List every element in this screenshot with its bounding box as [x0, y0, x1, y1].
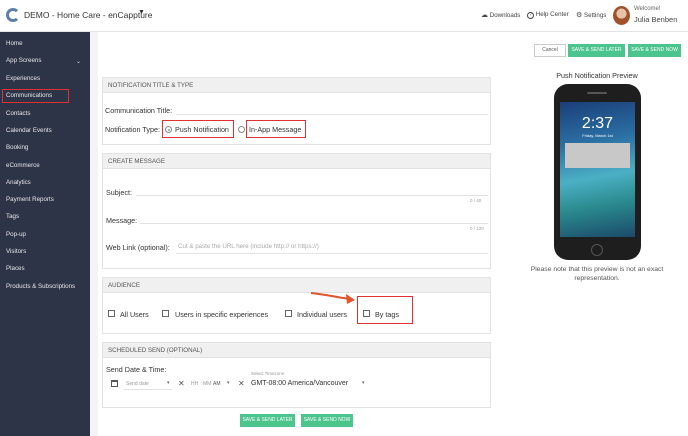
chevron-down-icon[interactable]: ▾ [362, 380, 365, 386]
preview-date: Friday, March 1st [582, 133, 613, 138]
sidebar-item-contacts[interactable]: Contacts [6, 110, 30, 117]
weblink-input[interactable]: Cut & paste the URL here (include http:/… [178, 243, 319, 250]
comm-title-input[interactable] [176, 114, 488, 115]
phone-speaker [587, 92, 607, 94]
weblink-label: Web Link (optional): [106, 243, 170, 252]
individual-users-checkbox[interactable] [285, 310, 292, 317]
sidebar-item-payment-reports[interactable]: Payment Reports [6, 196, 54, 203]
message-label: Message: [106, 216, 138, 225]
phone-screen: 2:37 Friday, March 1st [560, 102, 635, 237]
sidebar-item-home[interactable]: Home [6, 40, 23, 47]
send-date-label: Send Date & Time: [106, 365, 167, 374]
audience-section-heading: AUDIENCE [103, 278, 490, 293]
schedule-section: SCHEDULED SEND (OPTIONAL) [102, 342, 491, 408]
highlight-box [162, 120, 234, 138]
ampm-select[interactable]: AM [213, 381, 221, 387]
sidebar-item-pop-up[interactable]: Pop-up [6, 231, 26, 238]
timezone-select[interactable]: GMT-08:00 America/Vancouver [251, 380, 348, 387]
downloads-link[interactable]: ☁ Downloads [481, 11, 520, 19]
inapp-radio[interactable] [238, 126, 245, 133]
hour-input[interactable]: HH [191, 381, 198, 387]
message-counter: 0 / 120 [470, 226, 484, 231]
sidebar-item-ecommerce[interactable]: eCommerce [6, 162, 40, 169]
notification-section-heading: NOTIFICATION TITLE & TYPE [103, 78, 490, 93]
clear-time-icon[interactable]: ✕ [238, 379, 245, 388]
weblink-underline [176, 253, 488, 254]
highlight-box [246, 120, 306, 138]
arrow-annotation-icon [310, 292, 355, 304]
cloud-download-icon: ☁ [481, 12, 488, 19]
comm-title-label: Communication Title: [105, 106, 173, 115]
type-label: Notification Type: [105, 125, 161, 134]
subject-counter: 0 / 40 [470, 198, 482, 203]
settings-label: Settings [584, 12, 607, 19]
question-icon: ? [527, 12, 534, 19]
sidebar-item-calendar-events[interactable]: Calendar Events [6, 127, 52, 134]
chevron-down-icon[interactable]: ▾ [227, 380, 230, 386]
sidebar-divider [90, 32, 98, 436]
minute-input[interactable]: MM [203, 381, 211, 387]
subject-label: Subject: [106, 188, 132, 197]
app-logo-icon [6, 8, 20, 22]
home-button-icon [591, 244, 603, 256]
gear-icon: ⚙ [576, 12, 583, 19]
app-title[interactable]: DEMO - Home Care - enCappture [24, 10, 153, 20]
audience-section: AUDIENCE [102, 277, 491, 334]
save-send-now-button-bottom[interactable]: SAVE & SEND NOW [301, 414, 353, 427]
save-send-later-button-bottom[interactable]: SAVE & SEND LATER [240, 414, 295, 427]
by-tags-checkbox[interactable] [363, 310, 370, 317]
sidebar-item-experiences[interactable]: Experiences [6, 75, 40, 82]
chevron-down-icon[interactable]: ▼ [138, 9, 145, 16]
help-center-label: Help Center [535, 11, 569, 18]
help-center-link[interactable]: ? Help Center [527, 11, 569, 19]
top-bar: DEMO - Home Care - enCappture ▼ ☁ Downlo… [0, 0, 688, 32]
message-input[interactable] [140, 223, 488, 224]
specific-experiences-label[interactable]: Users in specific experiences [175, 310, 268, 319]
highlight-box [2, 89, 69, 103]
message-section-heading: CREATE MESSAGE [103, 154, 490, 169]
chevron-down-icon[interactable]: ▾ [167, 380, 170, 386]
sidebar-item-places[interactable]: Places [6, 265, 25, 272]
avatar[interactable] [613, 6, 630, 25]
downloads-label: Downloads [489, 12, 521, 19]
send-date-underline [124, 389, 172, 390]
all-users-label[interactable]: All Users [120, 310, 149, 319]
clear-date-icon[interactable]: ✕ [178, 379, 185, 388]
sidebar-item-app-screens[interactable]: App Screens [6, 57, 41, 64]
save-send-later-button[interactable]: SAVE & SEND LATER [568, 44, 625, 57]
timezone-label: Select Timezone [251, 371, 285, 376]
sidebar-item-products-subscriptions[interactable]: Products & Subscriptions [6, 283, 75, 290]
save-send-now-button[interactable]: SAVE & SEND NOW [628, 44, 681, 57]
settings-link[interactable]: ⚙ Settings [576, 11, 606, 19]
send-date-input[interactable]: Send date [126, 381, 149, 387]
chevron-down-icon[interactable]: ⌄ [76, 58, 81, 65]
username[interactable]: Julia Benben [634, 15, 677, 24]
subject-input[interactable] [136, 195, 488, 196]
welcome-text: Welcome! [634, 6, 661, 12]
phone-preview: 2:37 Friday, March 1st [554, 84, 641, 260]
individual-users-label[interactable]: Individual users [297, 310, 347, 319]
by-tags-label[interactable]: By tags [375, 310, 399, 319]
preview-notification [565, 143, 630, 168]
preview-note: Please note that this preview is not an … [530, 266, 664, 282]
preview-clock: 2:37 [581, 115, 614, 132]
sidebar-item-visitors[interactable]: Visitors [6, 248, 26, 255]
schedule-section-heading: SCHEDULED SEND (OPTIONAL) [103, 343, 490, 358]
cancel-button[interactable]: Cancel [534, 44, 566, 57]
sidebar-item-tags[interactable]: Tags [6, 213, 19, 220]
sidebar-item-analytics[interactable]: Analytics [6, 179, 31, 186]
all-users-checkbox[interactable] [108, 310, 115, 317]
preview-title: Push Notification Preview [556, 71, 638, 80]
sidebar-item-booking[interactable]: Booking [6, 144, 28, 151]
specific-experiences-checkbox[interactable] [162, 310, 169, 317]
calendar-icon[interactable] [111, 380, 118, 387]
